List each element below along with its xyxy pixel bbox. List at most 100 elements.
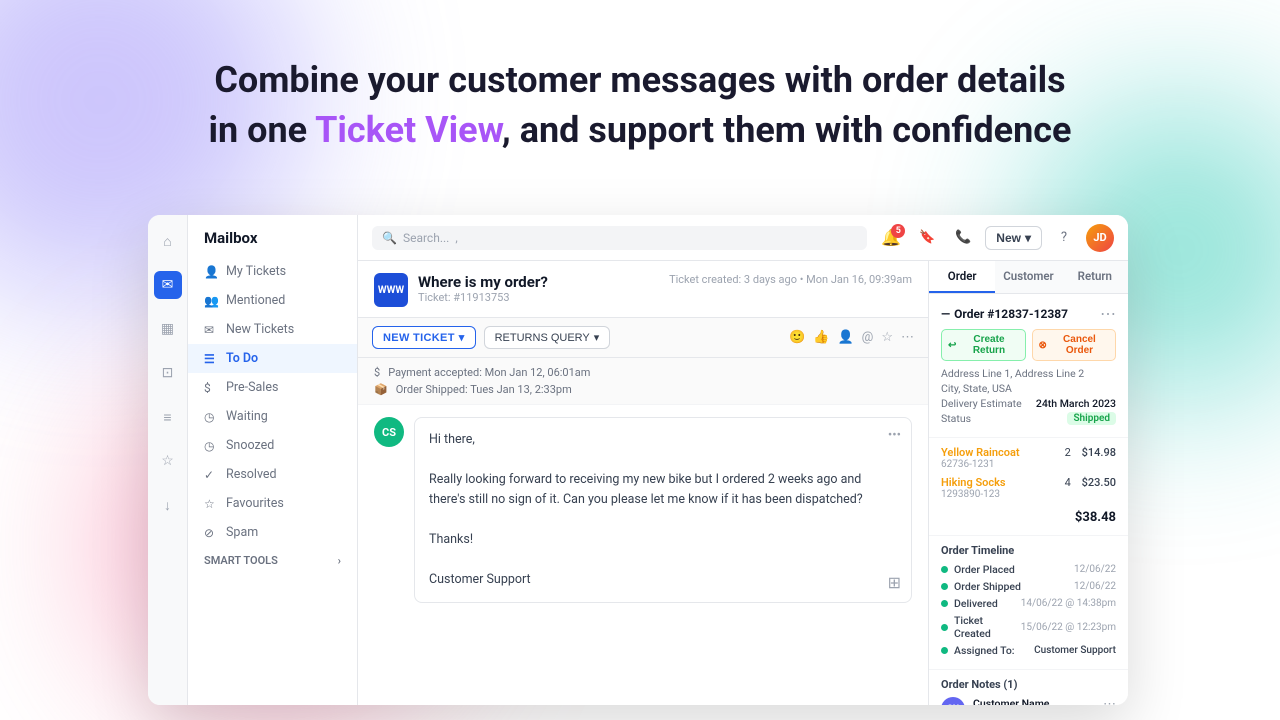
search-comma: , xyxy=(455,231,457,245)
cancel-icon: ⊗ xyxy=(1039,340,1047,351)
sidebar-icon-cart[interactable]: ⊡ xyxy=(154,359,182,387)
assign-icon[interactable]: 👤 xyxy=(837,330,853,345)
tl-order-shipped: Order Shipped 12/06/22 xyxy=(941,580,1116,593)
notification-badge: 5 xyxy=(891,224,905,238)
search-box[interactable]: 🔍 Search... , xyxy=(372,226,867,250)
my-tickets-icon: 👤 xyxy=(204,265,218,279)
product-name-1[interactable]: Yellow Raincoat xyxy=(941,446,1054,459)
notes-section-title: Order Notes (1) xyxy=(941,678,1116,691)
address-row: Address Line 1, Address Line 2 xyxy=(941,367,1116,380)
left-navigation: Mailbox 👤 My Tickets 👥 Mentioned ✉ New T… xyxy=(188,215,358,705)
new-button-chevron: ▾ xyxy=(1025,231,1031,245)
sidebar-icon-chart[interactable]: ▦ xyxy=(154,315,182,343)
msg-more-icon[interactable]: ••• xyxy=(888,428,901,443)
message-add-button[interactable]: ⊞ xyxy=(888,573,901,592)
more-icon[interactable]: ⋯ xyxy=(901,330,914,345)
note-item-1: CN Customer Name March 20th at 08:36am ⋯ xyxy=(941,697,1116,705)
create-return-button[interactable]: ↩ Create Return xyxy=(941,329,1026,361)
delivery-row: Delivery Estimate 24th March 2023 xyxy=(941,397,1116,410)
tag-icon[interactable]: @ xyxy=(862,330,874,345)
user-avatar[interactable]: JD xyxy=(1086,224,1114,252)
bookmark-button[interactable]: 🔖 xyxy=(913,224,941,252)
messages-area: CS ••• Hi there, Really looking forward … xyxy=(358,405,928,705)
order-item-1: Yellow Raincoat 62736-1231 2 $14.98 xyxy=(941,446,1116,470)
ticket-header: WWW Where is my order? Ticket: #11913753… xyxy=(358,261,928,318)
timeline-shipped: 📦 Order Shipped: Tues Jan 13, 2:33pm xyxy=(374,383,912,396)
payment-text: Payment accepted: Mon Jan 12, 06:01am xyxy=(388,366,590,379)
nav-item-my-tickets[interactable]: 👤 My Tickets xyxy=(188,257,357,286)
sidebar-icon-notes[interactable]: ≡ xyxy=(154,403,182,431)
message-block: CS ••• Hi there, Really looking forward … xyxy=(374,417,912,603)
new-button[interactable]: New ▾ xyxy=(985,226,1042,250)
tl-ticket-created: Ticket Created 15/06/22 @ 12:23pm xyxy=(941,614,1116,640)
nav-item-favourites[interactable]: ☆ Favourites xyxy=(188,489,357,518)
nav-item-presales[interactable]: $ Pre-Sales xyxy=(188,373,357,402)
notification-button[interactable]: 🔔 5 xyxy=(877,224,905,252)
tl-order-placed: Order Placed 12/06/22 xyxy=(941,563,1116,576)
hero-line1: Combine your customer messages with orde… xyxy=(214,59,1065,101)
cancel-order-button[interactable]: ⊗ Cancel Order xyxy=(1032,329,1117,361)
nav-item-resolved[interactable]: ✓ Resolved xyxy=(188,460,357,489)
search-icon: 🔍 xyxy=(382,231,397,245)
note-content: Customer Name March 20th at 08:36am xyxy=(973,697,1095,705)
order-section: — Order #12837-12387 ⋯ ↩ Create Return ⊗… xyxy=(929,294,1128,438)
resolved-icon: ✓ xyxy=(204,468,218,482)
item-2-price: $23.50 xyxy=(1082,476,1116,489)
nav-item-waiting[interactable]: ◷ Waiting xyxy=(188,402,357,431)
message-text: Hi there, Really looking forward to rece… xyxy=(429,430,897,590)
nav-item-label: Mentioned xyxy=(226,293,285,308)
sidebar-icon-home[interactable]: ⌂ xyxy=(154,227,182,255)
tl-dot-3 xyxy=(941,600,948,607)
returns-query-button[interactable]: RETURNS QUERY ▾ xyxy=(484,326,611,349)
favourites-icon: ☆ xyxy=(204,497,218,511)
main-content-area: 🔍 Search... , 🔔 5 🔖 📞 New ▾ ? JD xyxy=(358,215,1128,705)
bookmark-icon[interactable]: ☆ xyxy=(881,330,893,345)
order-menu-icon[interactable]: ⋯ xyxy=(1100,304,1116,323)
new-ticket-button[interactable]: NEW TICKET ▾ xyxy=(372,326,476,349)
note-more-button[interactable]: ⋯ xyxy=(1103,697,1116,705)
returns-query-label: RETURNS QUERY xyxy=(495,332,590,344)
icon-sidebar: ⌂ ✉ ▦ ⊡ ≡ ☆ ↓ xyxy=(148,215,188,705)
nav-item-label: Waiting xyxy=(226,409,268,424)
tab-customer[interactable]: Customer xyxy=(995,261,1061,293)
order-number: — Order #12837-12387 xyxy=(941,307,1068,321)
timeline-payment: $ Payment accepted: Mon Jan 12, 06:01am xyxy=(374,366,912,379)
shipped-text: Order Shipped: Tues Jan 13, 2:33pm xyxy=(396,383,572,396)
sender-initials: WWW xyxy=(378,285,404,296)
nav-item-todo[interactable]: ☰ To Do xyxy=(188,344,357,373)
nav-item-label: Snoozed xyxy=(226,438,274,453)
product-name-2[interactable]: Hiking Socks xyxy=(941,476,1054,489)
conversation-panel: WWW Where is my order? Ticket: #11913753… xyxy=(358,261,928,705)
smart-tools-section[interactable]: SMART TOOLS › xyxy=(188,547,357,574)
help-button[interactable]: ? xyxy=(1050,224,1078,252)
return-icon: ↩ xyxy=(948,340,956,351)
order-icon: — xyxy=(941,307,950,321)
hero-line2-suffix: , and support them with confidence xyxy=(502,109,1072,151)
todo-icon: ☰ xyxy=(204,352,218,366)
like-icon[interactable]: 👍 xyxy=(813,330,829,345)
status-badge: Shipped xyxy=(1067,412,1116,425)
emoji-icon[interactable]: 🙂 xyxy=(789,330,805,345)
sender-avatar: WWW xyxy=(374,273,408,307)
tab-order[interactable]: Order xyxy=(929,261,995,293)
item-1-price: $14.98 xyxy=(1082,446,1116,459)
right-panel: Order Customer Return — Order #12837-123… xyxy=(928,261,1128,705)
top-bar-actions: 🔔 5 🔖 📞 New ▾ ? JD xyxy=(877,224,1114,252)
tab-return[interactable]: Return xyxy=(1062,261,1128,293)
nav-item-label: Spam xyxy=(226,525,258,540)
timeline-section-title: Order Timeline xyxy=(941,544,1116,557)
hero-highlight: Ticket View xyxy=(315,109,502,151)
nav-item-mentioned[interactable]: 👥 Mentioned xyxy=(188,286,357,315)
sidebar-icon-mail[interactable]: ✉ xyxy=(154,271,182,299)
sidebar-icon-star[interactable]: ☆ xyxy=(154,447,182,475)
nav-item-label: My Tickets xyxy=(226,264,286,279)
nav-item-snoozed[interactable]: ◷ Snoozed xyxy=(188,431,357,460)
waiting-icon: ◷ xyxy=(204,410,218,424)
nav-item-spam[interactable]: ⊘ Spam xyxy=(188,518,357,547)
order-items: Yellow Raincoat 62736-1231 2 $14.98 Hiki… xyxy=(929,438,1128,536)
phone-button[interactable]: 📞 xyxy=(949,224,977,252)
ticket-area: WWW Where is my order? Ticket: #11913753… xyxy=(358,261,1128,705)
nav-item-new-tickets[interactable]: ✉ New Tickets xyxy=(188,315,357,344)
city-row: City, State, USA xyxy=(941,382,1116,395)
sidebar-icon-download[interactable]: ↓ xyxy=(154,491,182,519)
